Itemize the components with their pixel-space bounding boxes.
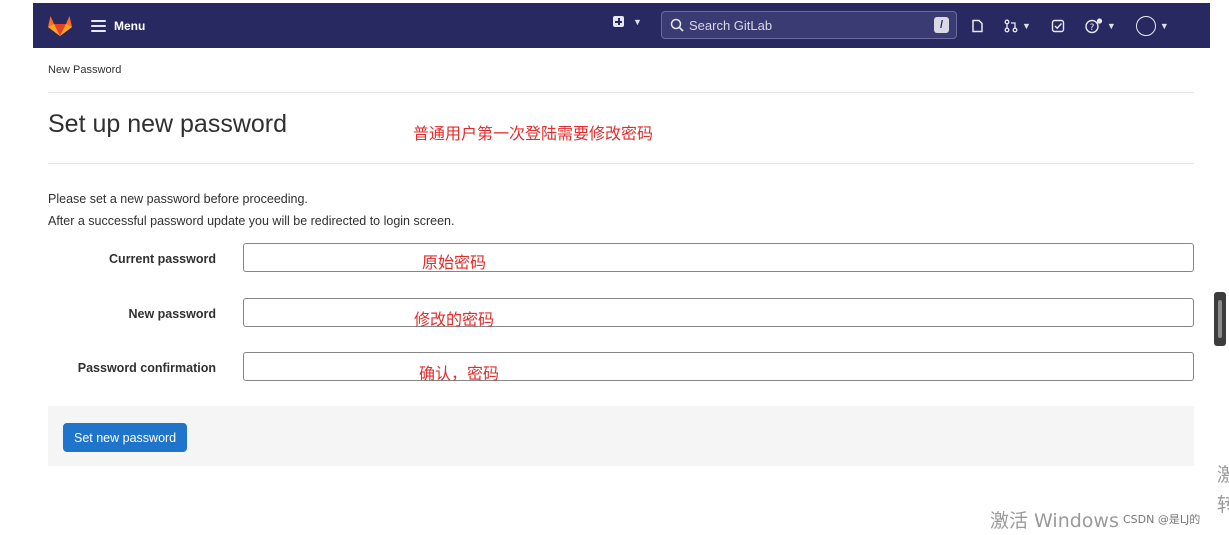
merge-request-icon [1004, 19, 1018, 33]
chevron-down-icon: ▼ [1022, 21, 1031, 31]
annotation-current-note: 原始密码 [422, 253, 487, 272]
annotation-confirm-note: 确认，密码 [419, 364, 500, 383]
new-password-label: New password [128, 307, 216, 321]
current-password-field[interactable] [243, 243, 1194, 272]
search-input[interactable] [689, 17, 934, 33]
divider [48, 92, 1194, 93]
issues-button[interactable] [971, 19, 984, 33]
hamburger-icon [91, 20, 106, 32]
merge-requests-button[interactable]: ▼ [1004, 19, 1031, 33]
new-password-field[interactable] [243, 298, 1194, 327]
search-box[interactable]: / [661, 11, 957, 39]
plus-square-icon [613, 16, 624, 27]
search-icon [670, 18, 684, 32]
svg-text:?: ? [1090, 23, 1095, 33]
edge-text: 转 [1217, 494, 1229, 516]
top-navbar: Menu ▼ / ▼ [33, 3, 1210, 48]
chevron-down-icon: ▼ [1159, 21, 1169, 31]
chevron-down-icon: ▼ [633, 16, 642, 27]
set-new-password-button[interactable]: Set new password [63, 423, 188, 452]
user-menu-button[interactable]: ▼ [1135, 16, 1169, 36]
current-password-label: Current password [109, 252, 216, 266]
chevron-down-icon: ▼ [1106, 21, 1116, 31]
edge-text: 激 [1217, 464, 1229, 486]
help-question-icon: ? [1085, 18, 1103, 34]
page-title: Set up new password [48, 110, 288, 138]
windows-activation-watermark: 激活 Windows [990, 510, 1119, 532]
form-actions: Set new password [48, 406, 1194, 466]
breadcrumb[interactable]: New Password [48, 64, 121, 76]
csdn-watermark: CSDN @是LJ的 [1123, 513, 1201, 526]
todo-checkbox-icon [1051, 19, 1065, 33]
annotation-new-note: 修改的密码 [414, 310, 495, 329]
info-text: Please set a new password before proceed… [48, 192, 308, 206]
navbar-icon-group: ▼ ? ▼ ▼ [971, 15, 1189, 37]
new-item-dropdown[interactable]: ▼ [613, 16, 642, 27]
help-button[interactable]: ? ▼ [1085, 18, 1116, 34]
issues-icon [972, 19, 983, 33]
avatar [1135, 16, 1156, 36]
password-confirmation-label: Password confirmation [77, 361, 216, 375]
divider [48, 163, 1194, 164]
annotation-title-note: 普通用户第一次登陆需要修改密码 [413, 124, 654, 143]
todos-button[interactable] [1051, 19, 1065, 33]
gitlab-logo-icon[interactable] [47, 13, 73, 37]
password-confirmation-field[interactable] [243, 352, 1194, 381]
scrollbar-handle[interactable] [1214, 292, 1226, 346]
menu-button[interactable]: Menu [91, 15, 145, 37]
info-text: After a successful password update you w… [48, 214, 455, 228]
search-shortcut-key: / [934, 17, 949, 33]
menu-label: Menu [114, 19, 146, 33]
